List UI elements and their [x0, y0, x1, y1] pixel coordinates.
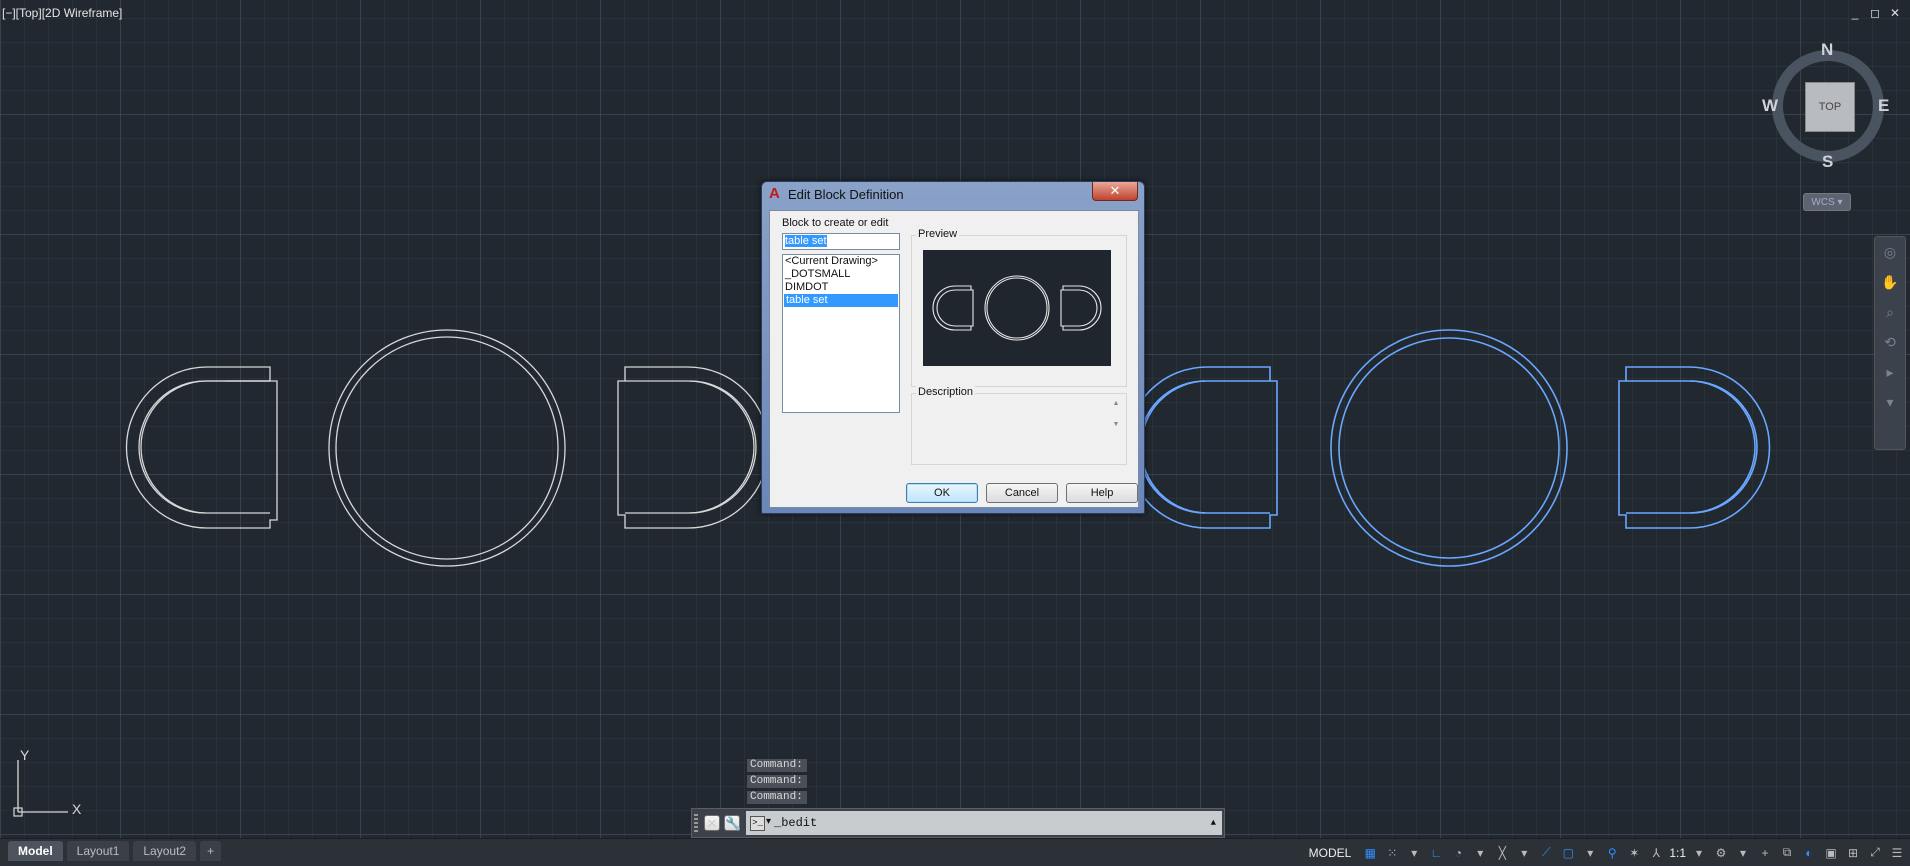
close-command-line-icon[interactable]: ✕ — [704, 815, 720, 831]
viewcube[interactable]: TOP N S E W — [1762, 40, 1894, 172]
showmotion-icon[interactable]: ▸ — [1875, 357, 1905, 387]
description-text[interactable] — [918, 400, 1084, 448]
preview-label: Preview — [916, 228, 960, 240]
pan-icon[interactable]: ✋ — [1875, 267, 1905, 297]
zoom-icon[interactable]: ⌕ — [1875, 297, 1905, 327]
tab-layout1[interactable]: Layout1 — [66, 841, 130, 861]
ortho-icon[interactable]: ∟ — [1427, 844, 1445, 862]
tab-model[interactable]: Model — [8, 841, 63, 861]
compass-north[interactable]: N — [1821, 40, 1833, 60]
model-space-button[interactable]: MODEL — [1302, 843, 1358, 862]
autocad-logo-icon: A — [769, 185, 780, 202]
table-round-2[interactable] — [1330, 329, 1568, 567]
description-label: Description — [916, 386, 976, 398]
list-item[interactable]: <Current Drawing> — [783, 255, 899, 268]
workspace-gear-icon[interactable]: ⚙ — [1712, 844, 1730, 862]
status-bar: Model Layout1 Layout2 + MODEL ▦ ⁙ ▾ ∟ ◔ … — [0, 838, 1910, 866]
edit-block-dialog: A Edit Block Definition ✕ Block to creat… — [761, 181, 1145, 514]
command-history: Command: Command: Command: — [747, 759, 807, 807]
command-input-text: _bedit — [774, 816, 818, 830]
steering-wheel-icon[interactable]: ◎ — [1875, 237, 1905, 267]
orbit-icon[interactable]: ⟲ — [1875, 327, 1905, 357]
table-round-1[interactable] — [328, 329, 566, 567]
command-line: ✕ 🔧 >_ ▾ _bedit ▲ — [691, 808, 1225, 838]
customize-wrench-icon[interactable]: 🔧 — [724, 815, 741, 831]
annotation-monitor-icon[interactable]: + — [1756, 844, 1774, 862]
fullscreen-icon[interactable]: ⤢ — [1866, 844, 1884, 862]
help-button[interactable]: Help — [1066, 483, 1138, 503]
description-scrollbar[interactable]: ▲ ▼ — [1110, 400, 1122, 446]
scale-menu-icon[interactable]: ▾ — [1690, 844, 1708, 862]
clean-screen-icon[interactable]: ⊞ — [1844, 844, 1862, 862]
isodraft-menu-icon[interactable]: ▾ — [1515, 844, 1533, 862]
compass-west[interactable]: W — [1762, 96, 1778, 116]
chair-left-2[interactable] — [1125, 366, 1278, 529]
isolate-objects-icon[interactable]: ◐ — [1800, 844, 1818, 862]
wcs-menu-button[interactable]: WCS ▾ — [1803, 193, 1851, 211]
status-toggles: MODEL ▦ ⁙ ▾ ∟ ◔ ▾ ╳ ▾ ⟋ ▢ ▾ ⚲ ✶ ⅄ 1:1 ▾ … — [1302, 839, 1910, 866]
cancel-button[interactable]: Cancel — [986, 483, 1058, 503]
list-item[interactable]: _DOTSMALL — [783, 268, 899, 281]
hardware-acceleration-icon[interactable]: ▣ — [1822, 844, 1840, 862]
chair-right-2[interactable] — [1618, 366, 1771, 529]
object-snap-tracking-icon[interactable]: ⟋ — [1537, 844, 1555, 862]
list-item-selected[interactable]: table set — [784, 294, 898, 307]
command-history-line: Command: — [747, 791, 807, 804]
dialog-close-button[interactable]: ✕ — [1092, 182, 1138, 201]
tab-layout2[interactable]: Layout2 — [133, 841, 197, 861]
add-layout-button[interactable]: + — [200, 841, 222, 861]
compass-east[interactable]: E — [1878, 96, 1889, 116]
isodraft-icon[interactable]: ╳ — [1493, 844, 1511, 862]
polar-menu-icon[interactable]: ▾ — [1471, 844, 1489, 862]
chair-right-1[interactable] — [617, 366, 770, 529]
annotation-scale-value[interactable]: 1:1 — [1669, 846, 1686, 860]
chair-left-1[interactable] — [125, 366, 278, 529]
object-snap-icon[interactable]: ▢ — [1559, 844, 1577, 862]
nav-menu-icon[interactable]: ▾ — [1875, 387, 1905, 417]
preview-group: Preview — [911, 228, 1127, 387]
layout-tabs: Model Layout1 Layout2 + — [8, 841, 222, 861]
object-snap-menu-icon[interactable]: ▾ — [1581, 844, 1599, 862]
block-list[interactable]: <Current Drawing> _DOTSMALL DIMDOT table… — [782, 254, 900, 413]
annotation-scale-icon[interactable]: ⅄ — [1647, 844, 1665, 862]
list-item[interactable]: DIMDOT — [783, 281, 899, 294]
ucs-x-label: X — [72, 801, 82, 817]
compass-south[interactable]: S — [1822, 152, 1833, 172]
dialog-body: Block to create or edit table set <Curre… — [769, 210, 1139, 508]
ucs-y-label: Y — [20, 747, 30, 763]
annotation-visibility-icon[interactable]: ⚲ — [1603, 844, 1621, 862]
block-label: Block to create or edit — [782, 217, 889, 229]
description-group: Description ▲ ▼ — [911, 386, 1127, 465]
block-name-input[interactable]: table set — [782, 233, 900, 250]
snap-icon[interactable]: ⁙ — [1383, 844, 1401, 862]
dialog-title: Edit Block Definition — [788, 187, 904, 202]
grid-icon[interactable]: ▦ — [1361, 844, 1379, 862]
history-up-icon[interactable]: ▲ — [1211, 811, 1216, 835]
command-prompt-icon[interactable]: >_ — [750, 816, 765, 831]
block-preview — [923, 250, 1111, 366]
units-icon[interactable]: ⧉ — [1778, 844, 1796, 862]
command-history-line: Command: — [747, 775, 807, 788]
auto-scale-icon[interactable]: ✶ — [1625, 844, 1643, 862]
ok-button[interactable]: OK — [906, 483, 978, 503]
snap-menu-icon[interactable]: ▾ — [1405, 844, 1423, 862]
command-history-line: Command: — [747, 759, 807, 772]
navigation-bar: ◎ ✋ ⌕ ⟲ ▸ ▾ — [1874, 236, 1906, 450]
customization-menu-icon[interactable]: ☰ — [1888, 844, 1906, 862]
workspace-menu-icon[interactable]: ▾ — [1734, 844, 1752, 862]
viewcube-top-face[interactable]: TOP — [1805, 82, 1855, 132]
polar-icon[interactable]: ◔ — [1449, 844, 1467, 862]
command-input[interactable]: >_ ▾ _bedit ▲ — [746, 811, 1222, 835]
block-name-text: table set — [785, 235, 827, 247]
recent-commands-icon[interactable]: ▾ — [766, 811, 771, 835]
command-line-grip[interactable] — [694, 814, 698, 832]
